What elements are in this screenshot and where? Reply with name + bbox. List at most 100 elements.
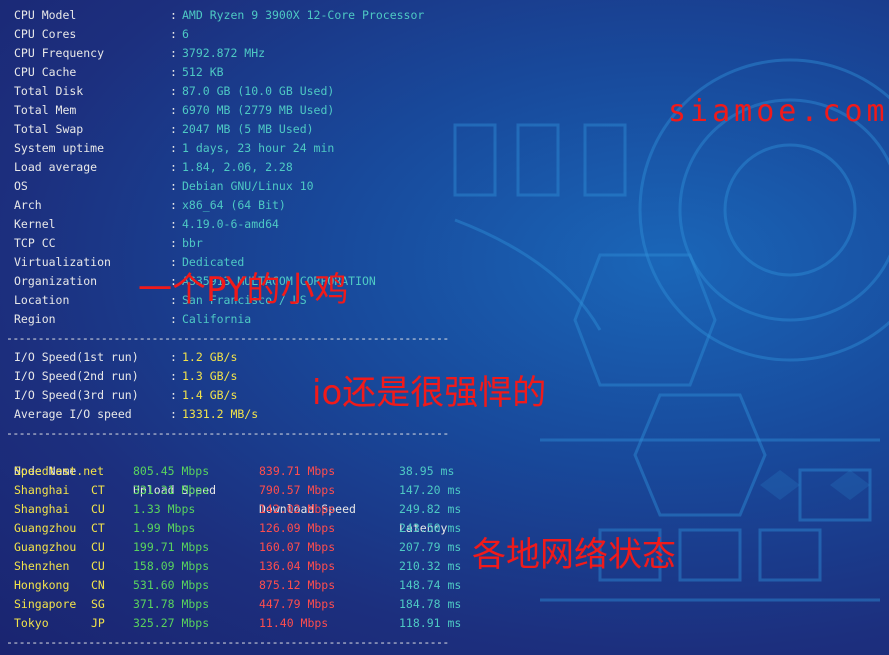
sysinfo-label: Load average [14, 160, 98, 174]
sysinfo-value: bbr [182, 236, 203, 250]
sysinfo-value: 1 days, 23 hour 24 min [182, 141, 335, 155]
separator-line: ----------------------------------------… [6, 331, 449, 345]
colon: : [170, 388, 177, 402]
watermark-text: siamoe.com [668, 94, 889, 129]
colon: : [170, 217, 177, 231]
colon: : [170, 122, 177, 136]
node-name: Guangzhou [14, 521, 77, 535]
colon: : [170, 8, 177, 22]
io-label: I/O Speed(1st run) [14, 350, 139, 364]
node-name: Tokyo [14, 616, 49, 630]
colon: : [170, 160, 177, 174]
upload-speed: 158.09 Mbps [133, 559, 210, 573]
sysinfo-label: Kernel [14, 217, 56, 231]
node-isp: SG [91, 597, 105, 611]
separator-line: ----------------------------------------… [6, 426, 449, 440]
colon: : [170, 369, 177, 383]
node-isp: CT [91, 483, 105, 497]
sysinfo-label: Region [14, 312, 56, 326]
speedtest-header: Node Name Upload Speed Download Speed La… [14, 443, 447, 535]
colon: : [170, 312, 177, 326]
node-isp: CT [91, 521, 105, 535]
sysinfo-label: Arch [14, 198, 42, 212]
io-value: 1.4 GB/s [182, 388, 238, 402]
upload-speed: 1.33 Mbps [133, 502, 196, 516]
node-name: Hongkong [14, 578, 70, 592]
colon: : [170, 27, 177, 41]
colon: : [170, 84, 177, 98]
sysinfo-value: 1.84, 2.06, 2.28 [182, 160, 293, 174]
download-speed: 11.40 Mbps [259, 616, 329, 630]
sysinfo-label: System uptime [14, 141, 105, 155]
sysinfo-value: 6970 MB (2779 MB Used) [182, 103, 335, 117]
node-name: Shanghai [14, 483, 70, 497]
upload-speed: 331.31 Mbps [133, 483, 210, 497]
sysinfo-value: California [182, 312, 252, 326]
separator-line: ----------------------------------------… [6, 635, 449, 649]
sysinfo-label: CPU Cores [14, 27, 77, 41]
colon: : [170, 407, 177, 421]
latency: 184.78 ms [399, 597, 462, 611]
colon: : [170, 103, 177, 117]
download-speed: 136.04 Mbps [259, 559, 336, 573]
sysinfo-value: 512 KB [182, 65, 224, 79]
colon: : [170, 65, 177, 79]
upload-speed: 199.71 Mbps [133, 540, 210, 554]
download-speed: 447.79 Mbps [259, 597, 336, 611]
io-label: Average I/O speed [14, 407, 132, 421]
annotation-note-1: 一个PY的小鸡 [138, 270, 349, 310]
sysinfo-label: Location [14, 293, 70, 307]
node-name: Speedtest.net [14, 464, 105, 478]
annotation-note-3: 各地网络状态 [472, 535, 676, 575]
colon: : [170, 350, 177, 364]
node-name: Shanghai [14, 502, 70, 516]
download-speed: 160.07 Mbps [259, 540, 336, 554]
download-speed: 790.57 Mbps [259, 483, 336, 497]
latency: 210.32 ms [399, 559, 462, 573]
latency: 118.91 ms [399, 616, 462, 630]
node-isp: CU [91, 559, 105, 573]
node-isp: JP [91, 616, 105, 630]
sysinfo-label: CPU Frequency [14, 46, 105, 60]
sysinfo-value: 4.19.0-6-amd64 [182, 217, 279, 231]
upload-speed: 325.27 Mbps [133, 616, 210, 630]
upload-speed: 1.99 Mbps [133, 521, 196, 535]
latency: 148.74 ms [399, 578, 462, 592]
io-value: 1331.2 MB/s [182, 407, 259, 421]
latency: 207.79 ms [399, 540, 462, 554]
sysinfo-label: CPU Model [14, 8, 77, 22]
upload-speed: 531.60 Mbps [133, 578, 210, 592]
colon: : [170, 198, 177, 212]
sysinfo-value: AMD Ryzen 9 3900X 12-Core Processor [182, 8, 425, 22]
io-label: I/O Speed(2nd run) [14, 369, 139, 383]
io-value: 1.2 GB/s [182, 350, 238, 364]
node-isp: CU [91, 502, 105, 516]
colon: : [170, 46, 177, 60]
sysinfo-value: 6 [182, 27, 189, 41]
download-speed: 839.71 Mbps [259, 464, 336, 478]
sysinfo-label: Total Mem [14, 103, 77, 117]
colon: : [170, 141, 177, 155]
sysinfo-label: OS [14, 179, 28, 193]
download-speed: 126.09 Mbps [259, 521, 336, 535]
sysinfo-value: x86_64 (64 Bit) [182, 198, 286, 212]
sysinfo-label: Total Swap [14, 122, 84, 136]
latency: 38.95 ms [399, 464, 455, 478]
upload-speed: 805.45 Mbps [133, 464, 210, 478]
sysinfo-label: CPU Cache [14, 65, 77, 79]
sysinfo-value: 3792.872 MHz [182, 46, 266, 60]
node-isp: CN [91, 578, 105, 592]
annotation-note-2: io还是很强悍的 [312, 373, 547, 413]
sysinfo-label: Organization [14, 274, 98, 288]
upload-speed: 371.78 Mbps [133, 597, 210, 611]
node-name: Shenzhen [14, 559, 70, 573]
latency: 249.82 ms [399, 502, 462, 516]
sysinfo-label: Total Disk [14, 84, 84, 98]
colon: : [170, 179, 177, 193]
sysinfo-value: 87.0 GB (10.0 GB Used) [182, 84, 335, 98]
sysinfo-value: Debian GNU/Linux 10 [182, 179, 314, 193]
node-name: Guangzhou [14, 540, 77, 554]
download-speed: 875.12 Mbps [259, 578, 336, 592]
colon: : [170, 236, 177, 250]
latency: 243.50 ms [399, 521, 462, 535]
